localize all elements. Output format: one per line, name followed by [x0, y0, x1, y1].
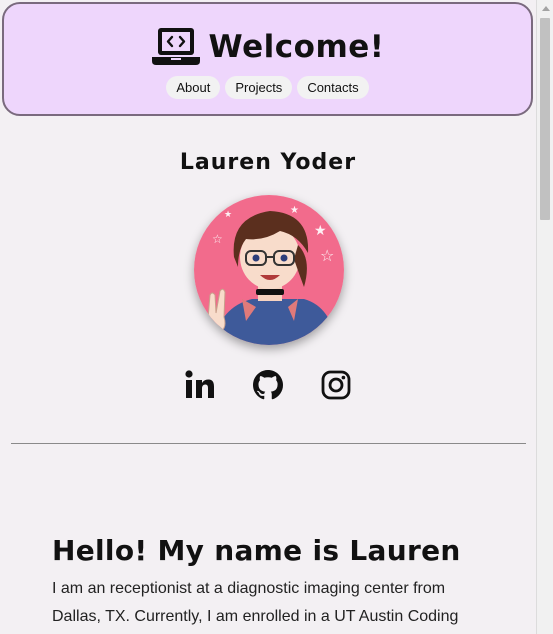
svg-text:★: ★: [224, 210, 232, 220]
nav-about-link[interactable]: About: [166, 76, 221, 99]
avatar: ☆ ★ ☆ ★ ★: [194, 195, 344, 345]
svg-text:★: ★: [314, 223, 327, 239]
section-divider: [11, 443, 526, 444]
page: Welcome! About Projects Contacts Lauren …: [0, 0, 536, 634]
social-links: [0, 370, 536, 405]
site-title: Welcome!: [208, 29, 385, 65]
nav-projects-link[interactable]: Projects: [225, 76, 293, 99]
svg-text:★: ★: [290, 205, 299, 216]
github-icon[interactable]: [253, 370, 283, 405]
about-heading: Hello! My name is Lauren: [52, 533, 461, 567]
title-row: Welcome!: [4, 26, 531, 68]
vertical-scrollbar[interactable]: [536, 0, 553, 634]
linkedin-icon[interactable]: [185, 370, 215, 405]
about-bio: I am an receptionist at a diagnostic ima…: [52, 580, 459, 625]
svg-text:☆: ☆: [320, 246, 334, 265]
main-nav: About Projects Contacts: [4, 76, 531, 99]
laptop-code-icon: [151, 26, 201, 68]
svg-text:☆: ☆: [212, 232, 223, 246]
scrollbar-thumb[interactable]: [540, 18, 550, 220]
profile-name: Lauren Yoder: [179, 150, 357, 175]
instagram-icon[interactable]: [321, 370, 351, 405]
scroll-up-arrow-icon[interactable]: [542, 6, 550, 11]
nav-contacts-link[interactable]: Contacts: [297, 76, 369, 99]
site-header: Welcome! About Projects Contacts: [2, 2, 533, 116]
